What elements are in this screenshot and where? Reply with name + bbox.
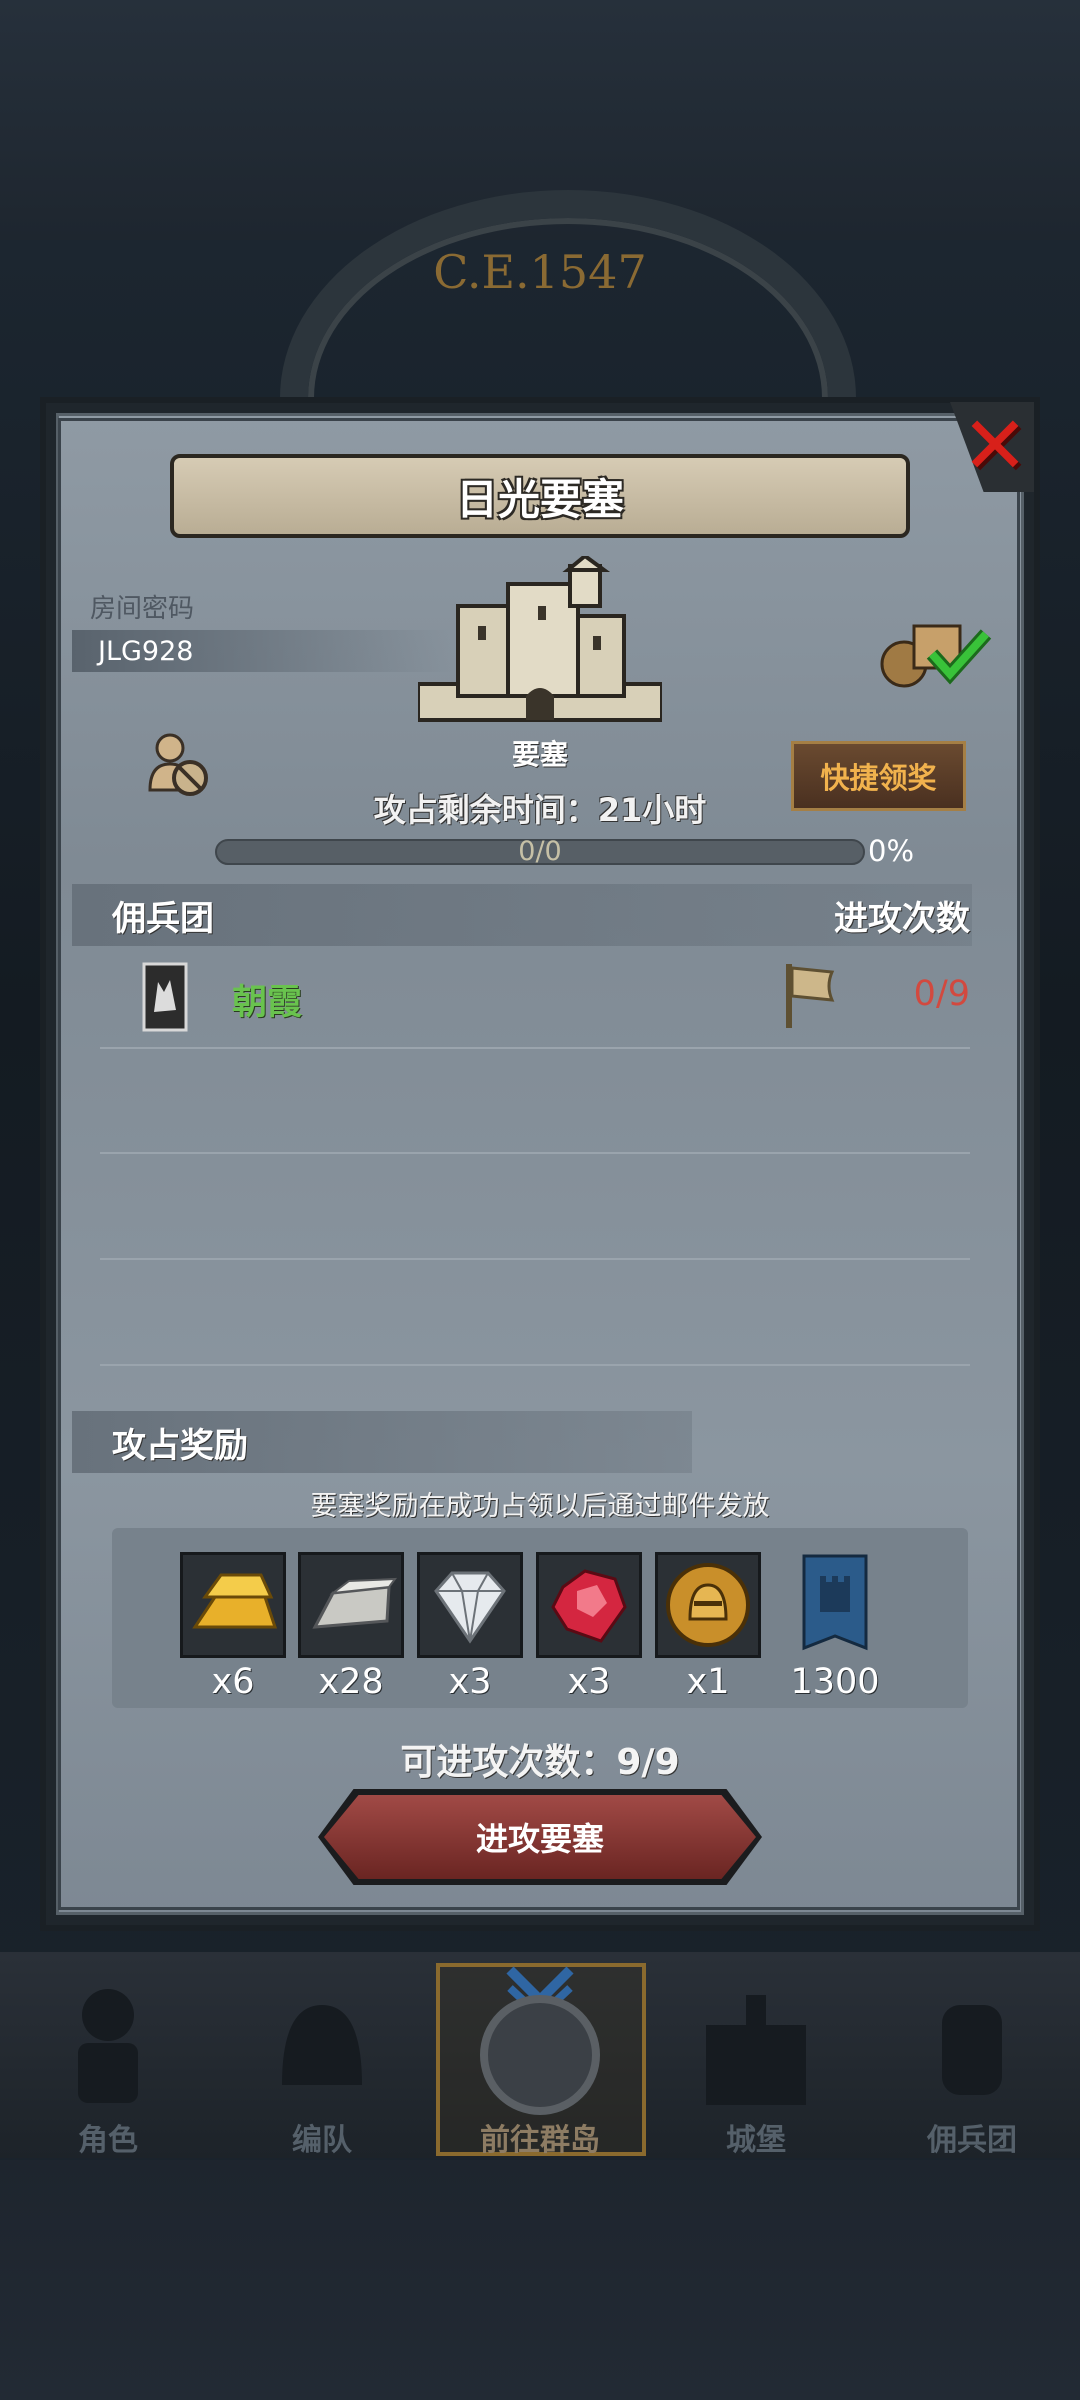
reward-section-title: 攻占奖励 <box>112 1426 248 1466</box>
ruby-icon <box>551 1569 627 1643</box>
building-name: 要塞 <box>511 738 568 771</box>
iron-ingot-icon <box>312 1577 398 1629</box>
nav-label-castle: 城堡 <box>726 2123 786 2158</box>
diamond-icon <box>434 1571 506 1644</box>
nav-label-mercenary: 佣兵团 <box>927 2123 1017 2158</box>
capture-progress-text: 0/0 <box>518 836 562 867</box>
loot-collected-icon <box>880 624 992 688</box>
reward-quantity: x6 <box>211 1662 255 1702</box>
nav-label-character: 角色 <box>78 2123 138 2158</box>
row-divider <box>100 1047 970 1049</box>
capture-progress-percent: 0% <box>868 834 915 868</box>
knight-icon <box>78 1989 138 2103</box>
reward-quantity: x3 <box>448 1662 492 1702</box>
quick-claim-button[interactable]: 快捷领奖 <box>791 741 966 811</box>
mercenary-name[interactable]: 朝霞 <box>232 974 302 1025</box>
close-icon[interactable]: ✕ <box>955 405 1035 487</box>
knight-medal-icon <box>666 1563 750 1647</box>
reward-quantity: x3 <box>567 1662 611 1702</box>
time-remaining: 攻占剩余时间：21小时 <box>373 791 707 829</box>
reward-note: 要塞奖励在成功占领以后通过邮件发放 <box>310 1491 770 1522</box>
reward-slot[interactable] <box>536 1552 642 1658</box>
reward-quantity: x1 <box>686 1662 730 1702</box>
reward-slot[interactable] <box>298 1552 404 1658</box>
wolf-banner-icon <box>142 962 188 1032</box>
mercenary-section-title: 佣兵团 <box>112 899 214 939</box>
reward-slot[interactable] <box>180 1552 286 1658</box>
reward-slot[interactable] <box>417 1552 523 1658</box>
gold-bar-icon <box>192 1573 278 1629</box>
room-code-label: 房间密码 <box>90 594 195 624</box>
dialog-title: 日光要塞 <box>455 474 624 524</box>
remaining-attempts: 可进攻次数：9/9 <box>400 1742 680 1783</box>
fist-icon <box>942 2005 1002 2095</box>
title-banner: 日光要塞 <box>170 454 910 538</box>
reward-slot[interactable] <box>655 1552 761 1658</box>
attack-fortress-button[interactable]: 进攻要塞 <box>324 1795 756 1879</box>
reward-slot[interactable] <box>800 1552 870 1658</box>
room-code-value: JLG928 <box>98 636 194 667</box>
reward-quantity: x28 <box>318 1662 384 1702</box>
mercenary-attack-count: 0/9 <box>913 974 970 1014</box>
year-label: C.E.1547 <box>433 245 647 299</box>
bottom-dark-band <box>0 2160 1080 2400</box>
castle-icon <box>706 1995 806 2105</box>
flag-icon <box>786 964 835 1028</box>
globe-icon <box>480 1995 600 2115</box>
row-divider <box>100 1152 970 1154</box>
row-divider <box>100 1364 970 1366</box>
user-blocked-icon <box>148 733 208 796</box>
nav-label-islands: 前往群岛 <box>480 2123 600 2158</box>
attack-count-header: 进攻次数 <box>834 899 970 939</box>
fortress-icon <box>418 556 662 722</box>
nav-label-formation: 编队 <box>292 2123 352 2158</box>
row-divider <box>100 1258 970 1260</box>
castle-banner-icon <box>802 1554 868 1651</box>
helmet-icon <box>282 2005 362 2085</box>
reward-quantity: 1300 <box>790 1662 880 1702</box>
